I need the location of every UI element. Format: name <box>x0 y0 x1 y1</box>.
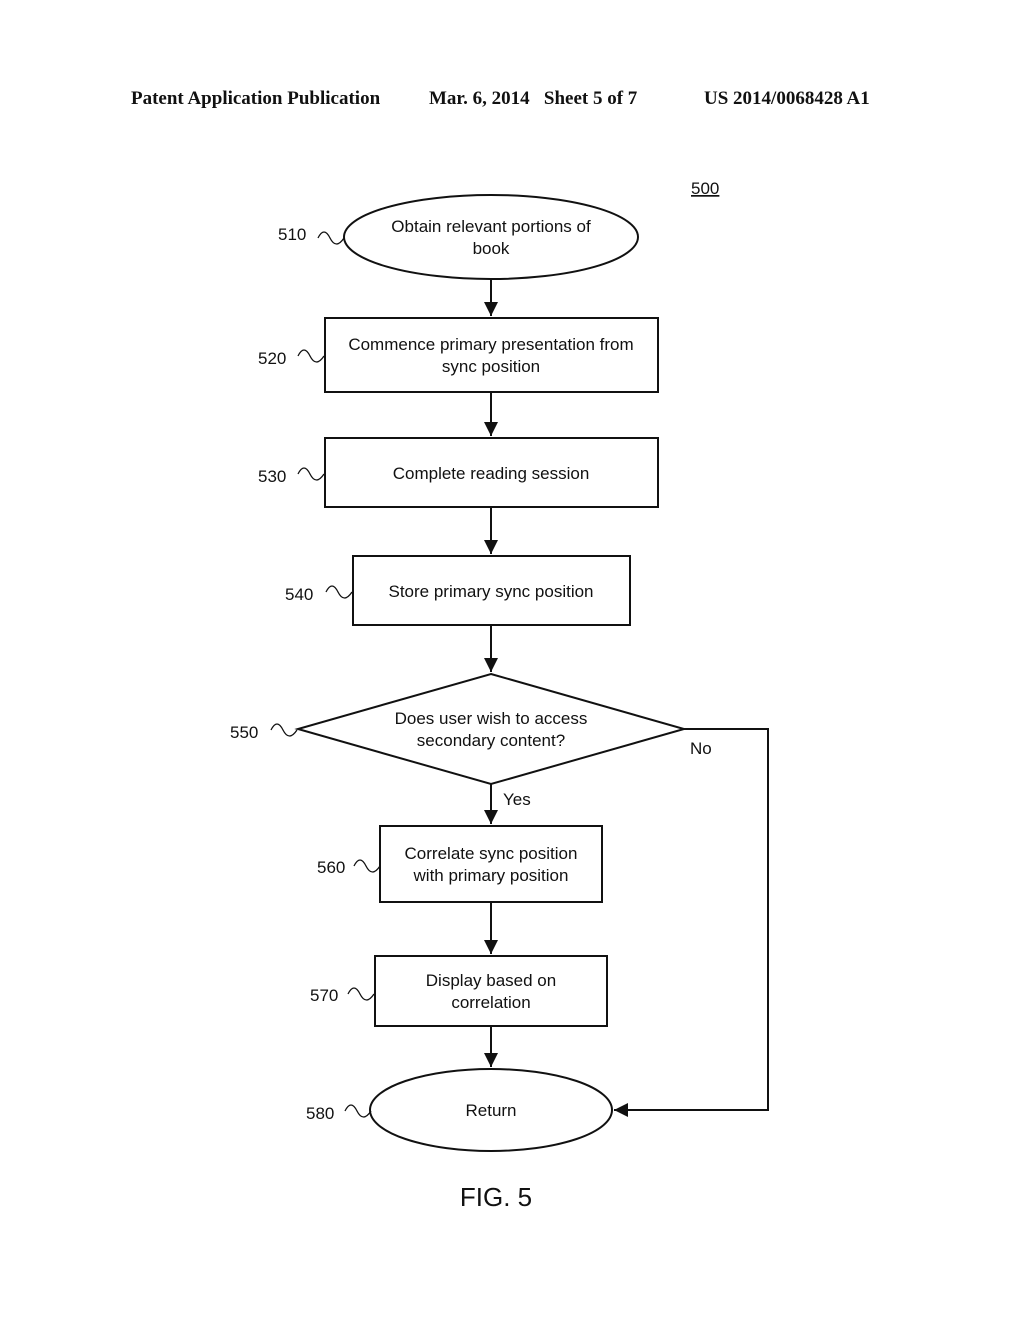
edge-label-yes: Yes <box>503 790 531 809</box>
ref-570: 570 <box>310 986 338 1005</box>
ref-530: 530 <box>258 467 286 486</box>
node-570-text: correlation <box>451 993 530 1012</box>
leader-540 <box>325 585 353 599</box>
ref-560: 560 <box>317 858 345 877</box>
leader-570 <box>347 987 375 1001</box>
leader-520 <box>297 349 325 363</box>
ref-520: 520 <box>258 349 286 368</box>
node-550-text: secondary content? <box>417 731 565 750</box>
node-550-text: Does user wish to access <box>395 709 588 728</box>
node-560-text: with primary position <box>413 866 569 885</box>
node-540-text: Store primary sync position <box>388 582 593 601</box>
ref-510: 510 <box>278 225 306 244</box>
node-530-text: Complete reading session <box>393 464 590 483</box>
leader-530 <box>297 467 325 481</box>
ref-580: 580 <box>306 1104 334 1123</box>
node-520-text: Commence primary presentation from <box>348 335 633 354</box>
node-510-text: book <box>473 239 510 258</box>
leader-550 <box>270 723 298 737</box>
node-570-shape <box>374 955 608 1027</box>
flowchart: 500 Yes No 510 520 530 540 550 560 570 5… <box>230 179 769 1212</box>
ref-550: 550 <box>230 723 258 742</box>
leader-580 <box>344 1104 372 1118</box>
edge-label-no: No <box>690 739 712 758</box>
node-520-text: sync position <box>442 357 540 376</box>
diagram-ref-label: 500 <box>691 179 719 198</box>
node-560-shape <box>379 825 603 903</box>
node-510-shape <box>343 194 639 280</box>
node-570-text: Display based on <box>426 971 556 990</box>
leader-510 <box>317 231 345 245</box>
leader-560 <box>353 859 381 873</box>
node-510-text: Obtain relevant portions of <box>391 217 591 236</box>
node-520-shape <box>324 317 659 393</box>
node-550-shape <box>294 672 688 786</box>
node-580-text: Return <box>465 1101 516 1120</box>
figure-caption: FIG. 5 <box>460 1182 532 1212</box>
edge-550-580-no <box>614 728 769 1117</box>
ref-540: 540 <box>285 585 313 604</box>
node-560-text: Correlate sync position <box>405 844 578 863</box>
